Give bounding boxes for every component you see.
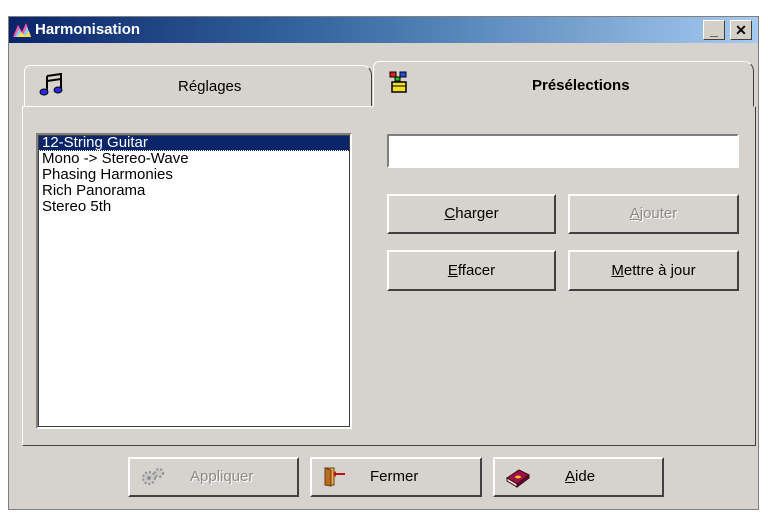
close-label: Fermer <box>370 468 419 485</box>
tab-reglages[interactable]: Réglages <box>24 65 372 107</box>
update-mnemonic: M <box>611 262 624 279</box>
delete-button[interactable]: Effacer <box>387 250 556 291</box>
help-label-after: ide <box>575 468 596 485</box>
load-label-after: harger <box>455 205 499 222</box>
music-notes-icon <box>39 73 63 96</box>
load-mnemonic: C <box>444 205 456 222</box>
help-label: Aide <box>565 459 595 495</box>
tab-reglages-label: Réglages <box>178 78 242 95</box>
preset-list-item[interactable]: Mono -> Stereo-Wave <box>38 151 350 167</box>
preset-list-item[interactable]: Stereo 5th <box>38 199 350 215</box>
title-bar[interactable]: Harmonisation _ ✕ <box>9 17 758 43</box>
apply-label: Appliquer <box>190 468 254 485</box>
preset-list-item[interactable]: Phasing Harmonies <box>38 167 350 183</box>
close-window-button[interactable]: ✕ <box>730 20 752 40</box>
apply-button[interactable]: Appliquer <box>128 457 299 497</box>
exit-door-icon <box>324 467 345 487</box>
update-label-after: ettre à jour <box>623 262 696 279</box>
help-book-icon <box>506 469 530 488</box>
gears-icon <box>142 468 164 485</box>
minimize-button[interactable]: _ <box>703 20 725 40</box>
help-button[interactable]: Aide <box>493 457 664 497</box>
help-mnemonic: A <box>565 468 576 485</box>
presets-listbox[interactable]: 12-String Guitar Mono -> Stereo-Wave Pha… <box>36 133 352 429</box>
preset-list-item[interactable]: 12-String Guitar <box>38 135 350 151</box>
harmonisation-window: Harmonisation _ ✕ Réglages Présélections… <box>8 16 759 510</box>
tab-join <box>374 105 753 108</box>
add-button[interactable]: Ajouter <box>568 194 739 234</box>
tab-preselections[interactable]: Présélections <box>373 61 754 107</box>
delete-label-after: ffacer <box>457 262 496 279</box>
add-mnemonic: A <box>629 205 640 222</box>
update-button[interactable]: Mettre à jour <box>568 250 739 291</box>
preset-list-item[interactable]: Rich Panorama <box>38 183 350 199</box>
close-button[interactable]: Fermer <box>310 457 482 497</box>
load-button[interactable]: Charger <box>387 194 556 234</box>
delete-mnemonic: E <box>447 262 458 279</box>
app-icon <box>13 23 31 37</box>
presets-icon <box>389 71 407 93</box>
add-label-after: jouter <box>639 205 678 222</box>
preset-name-input[interactable] <box>387 134 739 168</box>
window-title: Harmonisation <box>35 21 141 38</box>
tab-preselections-label: Présélections <box>532 77 630 94</box>
